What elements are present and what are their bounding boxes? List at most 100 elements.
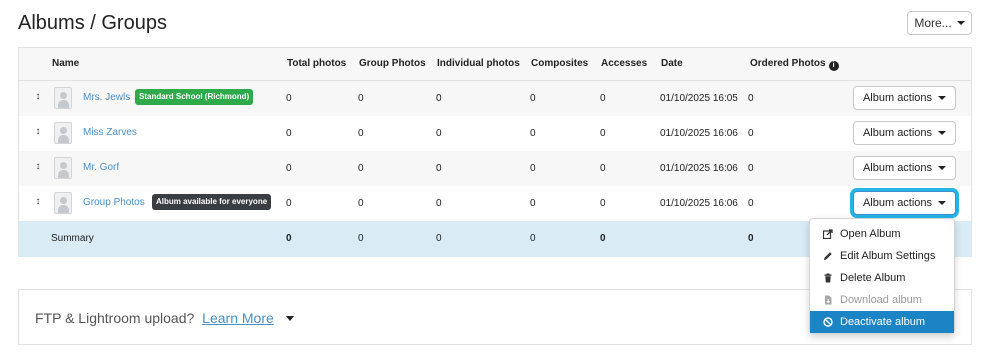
caret-down-icon xyxy=(938,96,947,100)
header-total-photos[interactable]: Total photos xyxy=(287,58,346,69)
status-badge: Album available for everyone xyxy=(152,194,272,210)
menu-item-download-album[interactable]: Download album xyxy=(810,289,954,311)
composites-cell: 0 xyxy=(530,128,536,139)
date-cell: 01/10/2025 16:06 xyxy=(660,198,738,209)
avatar-placeholder-icon xyxy=(54,87,72,109)
group-photos-cell: 0 xyxy=(358,163,364,174)
header-accesses[interactable]: Accesses xyxy=(601,58,647,69)
album-name-link[interactable]: Mr. Gorf xyxy=(83,162,119,173)
menu-item-label: Download album xyxy=(840,294,922,306)
pencil-icon xyxy=(823,251,833,261)
header-name[interactable]: Name xyxy=(52,58,79,69)
album-actions-label: Album actions xyxy=(862,197,933,209)
menu-item-label: Edit Album Settings xyxy=(840,250,936,262)
ordered-photos-cell: 0 xyxy=(748,163,754,174)
summary-total: 0 xyxy=(286,233,292,244)
composites-cell: 0 xyxy=(530,198,536,209)
header-individual-photos[interactable]: Individual photos xyxy=(437,58,520,69)
header-composites[interactable]: Composites xyxy=(531,58,588,69)
drag-handle-icon[interactable]: ↕ xyxy=(35,197,41,207)
menu-item-edit-settings[interactable]: Edit Album Settings xyxy=(810,245,954,267)
more-button-label: More... xyxy=(914,16,952,30)
individual-photos-cell: 0 xyxy=(436,163,442,174)
individual-photos-cell: 0 xyxy=(436,128,442,139)
caret-down-icon xyxy=(938,166,947,170)
album-actions-menu: Open Album Edit Album Settings Delete Al… xyxy=(809,218,955,334)
date-cell: 01/10/2025 16:05 xyxy=(660,93,738,104)
summary-label: Summary xyxy=(51,233,94,244)
album-actions-button[interactable]: Album actions xyxy=(853,86,956,110)
menu-item-label: Delete Album xyxy=(840,272,906,284)
drag-handle-icon[interactable]: ↕ xyxy=(35,127,41,137)
album-actions-label: Album actions xyxy=(862,162,933,174)
album-actions-button[interactable]: Album actions xyxy=(853,121,956,145)
menu-item-label: Deactivate album xyxy=(840,316,925,328)
date-cell: 01/10/2025 16:06 xyxy=(660,163,738,174)
ordered-photos-cell: 0 xyxy=(748,93,754,104)
page-title: Albums / Groups xyxy=(18,12,167,34)
ftp-prompt-text: FTP & Lightroom upload? xyxy=(35,310,195,326)
table-row: ↕ Mr. Gorf 0 0 0 0 0 01/10/2025 16:06 0 … xyxy=(19,151,971,186)
drag-handle-icon[interactable]: ↕ xyxy=(35,92,41,102)
album-actions-button[interactable]: Album actions xyxy=(853,156,956,180)
total-photos-cell: 0 xyxy=(286,93,292,104)
summary-ordered: 0 xyxy=(748,233,754,244)
accesses-cell: 0 xyxy=(600,163,606,174)
caret-down-icon[interactable] xyxy=(285,316,294,321)
menu-item-label: Open Album xyxy=(840,228,901,240)
group-photos-cell: 0 xyxy=(358,128,364,139)
header-group-photos[interactable]: Group Photos xyxy=(359,58,426,69)
date-cell: 01/10/2025 16:06 xyxy=(660,128,738,139)
group-photos-cell: 0 xyxy=(358,198,364,209)
learn-more-link[interactable]: Learn More xyxy=(202,310,274,326)
table-row: ↕ Mrs. Jewls Standard School (Richmond) … xyxy=(19,81,971,116)
avatar-placeholder-icon xyxy=(54,157,72,179)
share-icon xyxy=(823,229,833,239)
ftp-prompt: FTP & Lightroom upload? Learn More xyxy=(35,310,294,326)
menu-item-open-album[interactable]: Open Album xyxy=(810,223,954,245)
caret-down-icon xyxy=(956,21,965,25)
summary-individual: 0 xyxy=(436,233,442,244)
album-actions-label: Album actions xyxy=(862,127,933,139)
accesses-cell: 0 xyxy=(600,128,606,139)
album-actions-button[interactable]: Album actions xyxy=(853,191,956,215)
avatar-placeholder-icon xyxy=(54,122,72,144)
more-button[interactable]: More... xyxy=(907,11,972,35)
table-header: Name Total photos Group Photos Individua… xyxy=(19,48,971,81)
individual-photos-cell: 0 xyxy=(436,198,442,209)
album-name-link[interactable]: Mrs. Jewls xyxy=(83,92,130,103)
group-photos-cell: 0 xyxy=(358,93,364,104)
total-photos-cell: 0 xyxy=(286,163,292,174)
table-row: ↕ Miss Zarves 0 0 0 0 0 01/10/2025 16:06… xyxy=(19,116,971,151)
header-ordered-photos-label: Ordered Photos xyxy=(750,58,826,69)
ordered-photos-cell: 0 xyxy=(748,198,754,209)
summary-composites: 0 xyxy=(530,233,536,244)
caret-down-icon xyxy=(938,131,947,135)
album-name-link[interactable]: Group Photos xyxy=(83,197,145,208)
caret-down-icon xyxy=(938,201,947,205)
menu-item-delete-album[interactable]: Delete Album xyxy=(810,267,954,289)
avatar-placeholder-icon xyxy=(54,192,72,214)
ordered-photos-cell: 0 xyxy=(748,128,754,139)
album-name-link[interactable]: Miss Zarves xyxy=(83,127,137,138)
info-icon[interactable]: i xyxy=(828,60,839,71)
composites-cell: 0 xyxy=(530,163,536,174)
status-badge: Standard School (Richmond) xyxy=(135,89,254,105)
total-photos-cell: 0 xyxy=(286,128,292,139)
accesses-cell: 0 xyxy=(600,198,606,209)
drag-handle-icon[interactable]: ↕ xyxy=(35,162,41,172)
summary-accesses: 0 xyxy=(600,233,606,244)
album-actions-label: Album actions xyxy=(862,92,933,104)
individual-photos-cell: 0 xyxy=(436,93,442,104)
trash-icon xyxy=(823,273,833,283)
menu-item-deactivate-album[interactable]: Deactivate album xyxy=(810,311,954,333)
summary-group: 0 xyxy=(358,233,364,244)
composites-cell: 0 xyxy=(530,93,536,104)
accesses-cell: 0 xyxy=(600,93,606,104)
ban-icon xyxy=(823,317,833,327)
header-date[interactable]: Date xyxy=(661,58,683,69)
total-photos-cell: 0 xyxy=(286,198,292,209)
file-download-icon xyxy=(823,295,833,305)
table-row: ↕ Group Photos Album available for every… xyxy=(19,186,971,221)
header-ordered-photos[interactable]: Ordered Photos i xyxy=(750,58,839,71)
